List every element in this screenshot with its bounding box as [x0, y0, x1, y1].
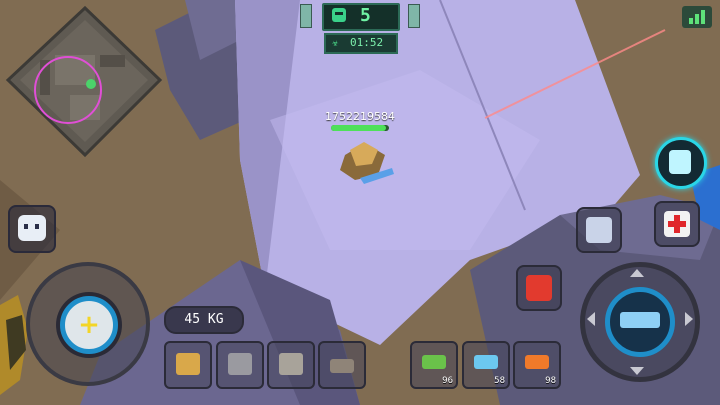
- weapon-ammo-count: 58: [494, 376, 505, 386]
- panel-pillar-left: [300, 4, 312, 28]
- aim-right-arrow-icon: [685, 312, 693, 326]
- equipment-slot-backpack[interactable]: [267, 341, 315, 389]
- red-canister-icon: [526, 275, 552, 301]
- robot-icon: [586, 217, 612, 243]
- green-gun-icon: [422, 355, 446, 369]
- signal-bar: [695, 14, 699, 24]
- helmet-icon: [176, 353, 200, 375]
- medkit-button[interactable]: [654, 201, 700, 247]
- emote-face-icon: [18, 215, 46, 241]
- boots-icon: [330, 359, 354, 373]
- skull-icon: [332, 8, 346, 22]
- emote-button[interactable]: [8, 205, 56, 253]
- fire-button-ring[interactable]: [580, 262, 700, 382]
- movement-joystick[interactable]: +: [26, 262, 150, 386]
- armor-vest-icon: [228, 353, 252, 375]
- equipment-slot-helmet[interactable]: [164, 341, 212, 389]
- backpack-button[interactable]: [655, 137, 707, 189]
- signal-bar: [689, 18, 693, 24]
- backpack-icon: [279, 353, 303, 375]
- signal-bar: [701, 10, 705, 24]
- grenade-button[interactable]: [516, 265, 562, 311]
- carry-weight: 45 KG: [164, 306, 244, 334]
- medkit-icon: [664, 211, 690, 237]
- players-alive-counter: 5: [322, 3, 400, 31]
- weapon-slot-1[interactable]: 96: [410, 341, 458, 389]
- player-name: 1752219584: [325, 110, 395, 123]
- player-health-bar: [331, 125, 389, 131]
- orange-gun-icon: [525, 355, 549, 369]
- panel-pillar-right: [408, 4, 420, 28]
- equipment-slot-armor[interactable]: [216, 341, 264, 389]
- aim-down-arrow-icon: [630, 367, 644, 375]
- medkit-cross: [668, 221, 686, 227]
- signal-strength-icon: [682, 6, 712, 28]
- equipment-slot-boots[interactable]: [318, 341, 366, 389]
- player-health-fill: [331, 125, 387, 131]
- aim-up-arrow-icon: [630, 269, 644, 277]
- players-alive-count: 5: [360, 5, 371, 26]
- blue-gun-icon: [474, 355, 498, 369]
- weapon-slot-2[interactable]: 58: [462, 341, 510, 389]
- biohazard-icon: ☣: [332, 36, 339, 49]
- robot-button[interactable]: [576, 207, 622, 253]
- fire-button[interactable]: [605, 287, 675, 357]
- aim-left-arrow-icon: [587, 312, 595, 326]
- weapon-ammo-count: 98: [545, 376, 556, 386]
- weapon-ammo-count: 96: [442, 376, 453, 386]
- weapon-slot-3[interactable]: 98: [513, 341, 561, 389]
- zone-timer-text: 01:52: [350, 36, 384, 49]
- crosshair-plus-icon: +: [78, 310, 100, 340]
- joystick-knob[interactable]: +: [60, 296, 118, 354]
- zone-timer: ☣ 01:52: [324, 33, 398, 54]
- backpack-icon: [669, 150, 691, 174]
- blue-blaster-icon: [620, 312, 660, 328]
